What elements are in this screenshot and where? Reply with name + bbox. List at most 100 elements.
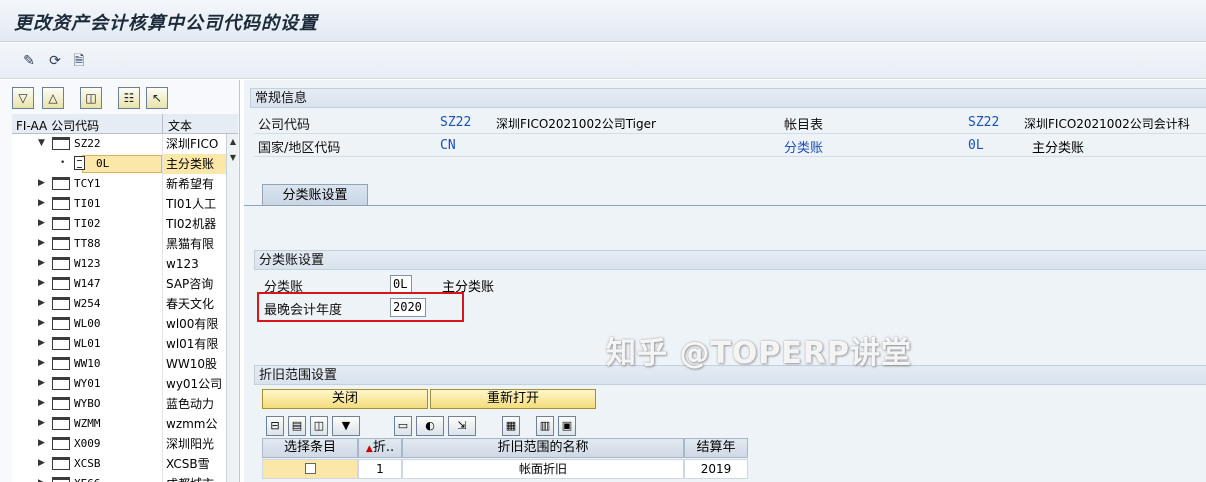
tree-item-code: 0L bbox=[96, 157, 110, 170]
save-layout-icon[interactable]: ▥ bbox=[536, 416, 554, 436]
settle-year-cell[interactable]: 2019 bbox=[684, 459, 748, 479]
display-doc-icon[interactable]: 🗎 bbox=[70, 52, 88, 70]
folder-icon bbox=[52, 237, 70, 250]
tree-scrollbar[interactable]: ▲ ▼ bbox=[226, 134, 238, 482]
tree-col-code[interactable]: FI-AA 公司代码 bbox=[16, 117, 99, 134]
tree-item[interactable]: ▶ WW10 WW10股 bbox=[12, 354, 226, 374]
select-entry-cell[interactable] bbox=[262, 459, 358, 479]
tree-item-code: WW10 bbox=[74, 357, 101, 370]
sort-ascending-icon[interactable]: ▤ bbox=[288, 416, 306, 436]
folder-icon bbox=[52, 357, 70, 370]
tree-item-code: W254 bbox=[74, 297, 101, 310]
filter-icon[interactable]: ▼ bbox=[332, 416, 360, 436]
folder-icon bbox=[52, 337, 70, 350]
folder-icon bbox=[52, 457, 70, 470]
pointer-select-icon[interactable]: ↖ bbox=[146, 87, 168, 109]
tree-item[interactable]: ▶ XE66 成都城市 bbox=[12, 474, 226, 482]
export-icon[interactable]: ⇲ bbox=[448, 416, 476, 436]
caret-down-icon[interactable]: ▼ bbox=[38, 138, 45, 148]
col-settle-year[interactable]: 结算年 bbox=[684, 438, 748, 458]
caret-right-icon[interactable]: ▶ bbox=[38, 478, 45, 482]
scroll-down-icon[interactable]: ▼ bbox=[227, 152, 239, 164]
close-button[interactable]: 关闭 bbox=[262, 389, 428, 409]
tree-item[interactable]: • 0L 主分类账 bbox=[12, 154, 226, 174]
caret-right-icon[interactable]: ▶ bbox=[38, 198, 45, 208]
tree-item-text: TI01人工 bbox=[162, 194, 226, 214]
caret-right-icon[interactable]: ▶ bbox=[38, 278, 45, 288]
general-info-title: 常规信息 bbox=[250, 88, 1206, 108]
folder-icon bbox=[52, 177, 70, 190]
tree-item-text: w123 bbox=[162, 254, 226, 274]
tree-item[interactable]: ▶ WL00 wl00有限 bbox=[12, 314, 226, 334]
bullet-icon: • bbox=[60, 158, 66, 168]
ledger-label-link[interactable]: 分类账 bbox=[784, 137, 823, 156]
tree-item[interactable]: ▶ WY01 wy01公司 bbox=[12, 374, 226, 394]
tab-ledger-settings[interactable]: 分类账设置 bbox=[262, 184, 368, 206]
dep-area-cell[interactable]: 1 bbox=[358, 459, 402, 479]
tree-item-text: 深圳阳光 bbox=[162, 434, 226, 454]
tree-item-code: WL00 bbox=[74, 317, 101, 330]
col-select-entry[interactable]: 选择条目 bbox=[262, 438, 358, 458]
caret-right-icon[interactable]: ▶ bbox=[38, 258, 45, 268]
reopen-button[interactable]: 重新打开 bbox=[430, 389, 596, 409]
caret-right-icon[interactable]: ▶ bbox=[38, 398, 45, 408]
tree-item-code: XE66 bbox=[74, 477, 101, 482]
scroll-up-icon[interactable]: ▲ bbox=[227, 136, 239, 148]
collapse-all-icon[interactable]: △ bbox=[42, 87, 64, 109]
detail-icon[interactable]: ⊟ bbox=[266, 416, 284, 436]
tree-col-text[interactable]: 文本 bbox=[168, 117, 192, 134]
country-value[interactable]: CN bbox=[440, 138, 456, 153]
caret-right-icon[interactable]: ▶ bbox=[38, 218, 45, 228]
tree-item[interactable]: ▶ W254 春天文化 bbox=[12, 294, 226, 314]
caret-right-icon[interactable]: ▶ bbox=[38, 338, 45, 348]
coa-value[interactable]: SZ22 bbox=[968, 115, 999, 130]
caret-right-icon[interactable]: ▶ bbox=[38, 238, 45, 248]
caret-right-icon[interactable]: ▶ bbox=[38, 358, 45, 368]
ledger-settings-title: 分类账设置 bbox=[254, 250, 1206, 270]
edit-pencil-icon[interactable]: ✎ bbox=[20, 52, 38, 70]
tree-item[interactable]: ▶ W123 w123 bbox=[12, 254, 226, 274]
refresh-icon[interactable]: ⟳ bbox=[46, 52, 64, 70]
tree-item[interactable]: ▶ X009 深圳阳光 bbox=[12, 434, 226, 454]
caret-right-icon[interactable]: ▶ bbox=[38, 458, 45, 468]
tree-item[interactable]: ▶ WZMM wzmm公 bbox=[12, 414, 226, 434]
tree-item[interactable]: ▶ WL01 wl01有限 bbox=[12, 334, 226, 354]
country-label: 国家/地区代码 bbox=[258, 141, 341, 156]
tree-item[interactable]: ▶ TCY1 新希望有 bbox=[12, 174, 226, 194]
dep-area-name-cell[interactable]: 帐面折旧 bbox=[402, 459, 684, 479]
layout-grid-icon[interactable]: ▦ bbox=[502, 416, 520, 436]
tree-header: FI-AA 公司代码 文本 bbox=[12, 114, 238, 134]
caret-right-icon[interactable]: ▶ bbox=[38, 418, 45, 428]
tree-item[interactable]: ▶ W147 SAP咨询 bbox=[12, 274, 226, 294]
find-icon[interactable]: ◫ bbox=[310, 416, 328, 436]
tree-item[interactable]: ▶ TT88 黑猫有限 bbox=[12, 234, 226, 254]
tree-item[interactable]: ▶ TI01 TI01人工 bbox=[12, 194, 226, 214]
tree-item[interactable]: ▶ WYBO 蓝色动力 bbox=[12, 394, 226, 414]
find-binoculars-icon[interactable]: ◫ bbox=[80, 87, 102, 109]
company-code-value[interactable]: SZ22 bbox=[440, 115, 471, 130]
tree-item-text: XCSB雪 bbox=[162, 454, 226, 474]
ledger-value[interactable]: 0L bbox=[968, 138, 984, 153]
info-icon[interactable]: ▣ bbox=[558, 416, 576, 436]
tree-item-code: W123 bbox=[74, 257, 101, 270]
col-dep-area-name[interactable]: 折旧范围的名称 bbox=[402, 438, 684, 458]
caret-right-icon[interactable]: ▶ bbox=[38, 378, 45, 388]
caret-right-icon[interactable]: ▶ bbox=[38, 298, 45, 308]
tree-item[interactable]: ▼ SZ22 深圳FICO bbox=[12, 134, 226, 154]
row-checkbox[interactable] bbox=[304, 463, 316, 474]
view-icon[interactable]: ◐ bbox=[416, 416, 444, 436]
caret-right-icon[interactable]: ▶ bbox=[38, 438, 45, 448]
caret-right-icon[interactable]: ▶ bbox=[38, 178, 45, 188]
tree-item-code: WZMM bbox=[74, 417, 101, 430]
print-icon[interactable]: ▭ bbox=[394, 416, 412, 436]
tree-structure-icon[interactable]: ☷ bbox=[118, 87, 140, 109]
tree-item[interactable]: ▶ XCSB XCSB雪 bbox=[12, 454, 226, 474]
tree-item[interactable]: ▶ TI02 TI02机器 bbox=[12, 214, 226, 234]
folder-icon bbox=[52, 217, 70, 230]
tree-item-text: SAP咨询 bbox=[162, 274, 226, 294]
folder-icon bbox=[52, 317, 70, 330]
caret-right-icon[interactable]: ▶ bbox=[38, 318, 45, 328]
folder-icon bbox=[52, 137, 70, 150]
expand-all-icon[interactable]: ▽ bbox=[12, 87, 34, 109]
col-dep-area[interactable]: ▲折.. bbox=[358, 438, 402, 458]
